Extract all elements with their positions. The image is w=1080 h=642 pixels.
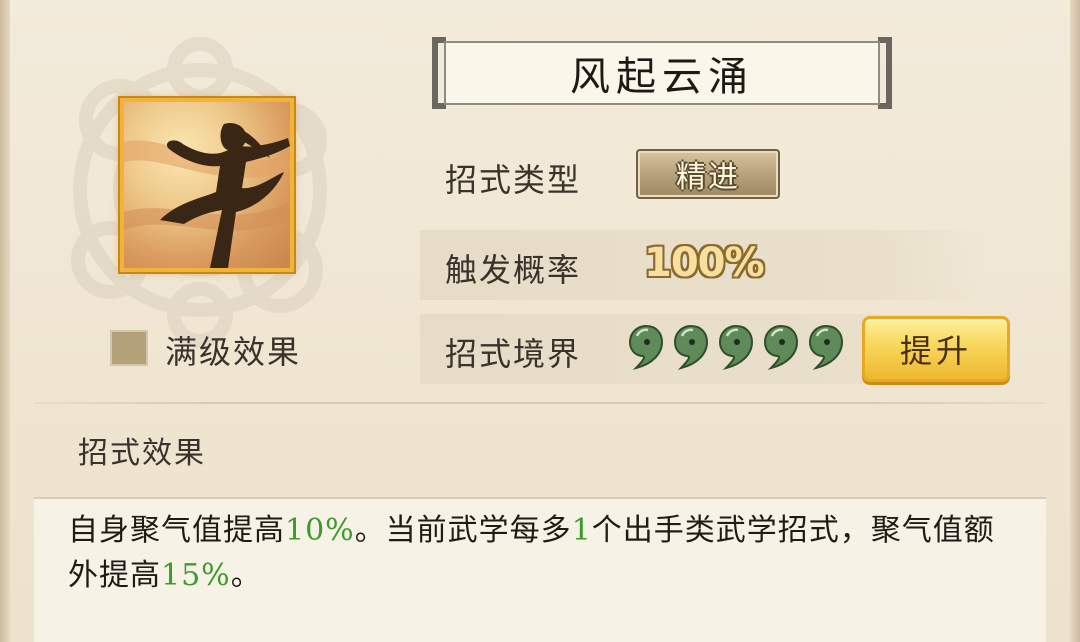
- jade-comma-icon: [763, 324, 799, 370]
- skill-detail-panel: 满级效果 风起云涌 招式类型 精进 触发概率 100% 招式境界 提升 招式效果…: [0, 0, 1080, 642]
- jade-comma-icon: [808, 324, 844, 370]
- realm-label: 招式境界: [445, 335, 582, 373]
- skill-title-banner: 风起云涌: [432, 37, 892, 109]
- bracket-right: [878, 37, 892, 109]
- jade-comma-icon: [628, 324, 664, 370]
- rate-label: 触发概率: [445, 251, 582, 289]
- upgrade-label: 提升: [899, 332, 972, 370]
- title-plate: 风起云涌: [444, 41, 880, 105]
- dancer-silhouette-icon: [124, 122, 290, 268]
- effect-value-highlight: 1: [571, 513, 592, 548]
- type-label: 招式类型: [445, 161, 582, 199]
- panel-edge-right: [1070, 0, 1080, 642]
- panel-edge-left: [0, 0, 10, 642]
- effect-description: 自身聚气值提高10%。当前武学每多1个出手类武学招式，聚气值额外提高15%。: [68, 508, 1018, 598]
- effect-text: 。当前武学每多: [354, 513, 572, 548]
- rate-value: 100%: [644, 240, 765, 286]
- max-level-label[interactable]: 满级效果: [165, 327, 301, 373]
- section-divider: [34, 402, 1046, 404]
- effect-value-highlight: 15%: [161, 558, 231, 593]
- upgrade-button[interactable]: 提升: [862, 316, 1010, 382]
- effect-heading: 招式效果: [78, 436, 206, 471]
- effect-text: 。: [230, 558, 262, 593]
- skill-icon[interactable]: [120, 98, 294, 272]
- skill-name: 风起云涌: [570, 54, 754, 100]
- max-level-checkbox[interactable]: [110, 330, 148, 366]
- jade-comma-icon: [673, 324, 709, 370]
- effect-value-highlight: 10%: [285, 513, 355, 548]
- effect-text: 自身聚气值提高: [68, 513, 285, 548]
- jade-comma-icon: [718, 324, 754, 370]
- type-value: 精进: [676, 160, 740, 195]
- type-badge: 精进: [636, 149, 780, 199]
